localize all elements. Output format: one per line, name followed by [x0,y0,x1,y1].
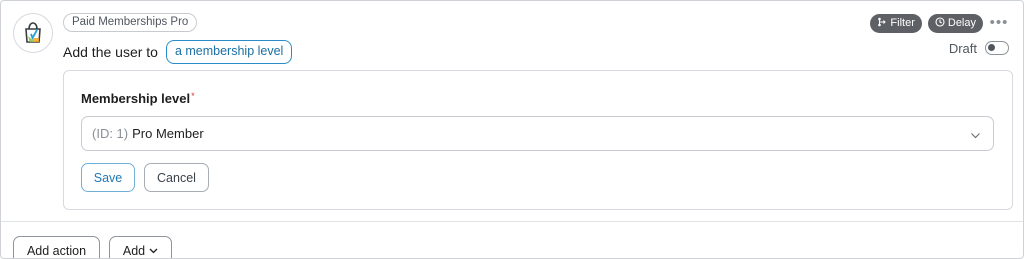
delay-label: Delay [947,17,976,29]
chevron-down-icon [970,128,981,146]
chevron-down-icon [149,244,158,258]
add-action-button[interactable]: Add action [13,236,100,258]
paid-memberships-pro-logo-icon [13,13,53,53]
filter-label: Filter [890,17,915,29]
draft-toggle-row: Draft [949,40,1009,56]
save-button[interactable]: Save [81,163,135,192]
step-controls: Filter Delay ••• [870,13,1009,33]
delay-button[interactable]: Delay [927,13,983,33]
filter-branch-icon [877,17,887,30]
clock-icon [935,16,945,30]
draft-label: Draft [948,40,977,56]
action-sentence: Add the user to a membership level [63,40,293,64]
membership-level-label: Membership level* [81,91,195,106]
action-config-panel: Membership level* (ID: 1) Pro Member Sav… [63,70,1013,210]
add-dropdown-button[interactable]: Add [109,236,172,258]
required-marker: * [191,91,195,101]
more-options-icon[interactable]: ••• [989,15,1009,30]
toggle-knob [988,44,995,51]
selected-level-id: (ID: 1) [92,126,129,141]
draft-toggle[interactable] [985,41,1009,55]
selected-level-name: Pro Member [132,126,204,141]
integration-name-badge[interactable]: Paid Memberships Pro [63,13,198,32]
cancel-button[interactable]: Cancel [144,163,209,192]
divider [1,221,1023,222]
membership-level-token[interactable]: a membership level [165,40,293,64]
automation-step-card: Paid Memberships Pro Add the user to a m… [0,0,1024,259]
membership-level-select[interactable]: (ID: 1) Pro Member [81,116,994,151]
add-label: Add [122,244,146,258]
membership-level-label-text: Membership level [81,91,191,106]
filter-button[interactable]: Filter [870,13,922,33]
action-prefix-text: Add the user to [63,44,158,60]
